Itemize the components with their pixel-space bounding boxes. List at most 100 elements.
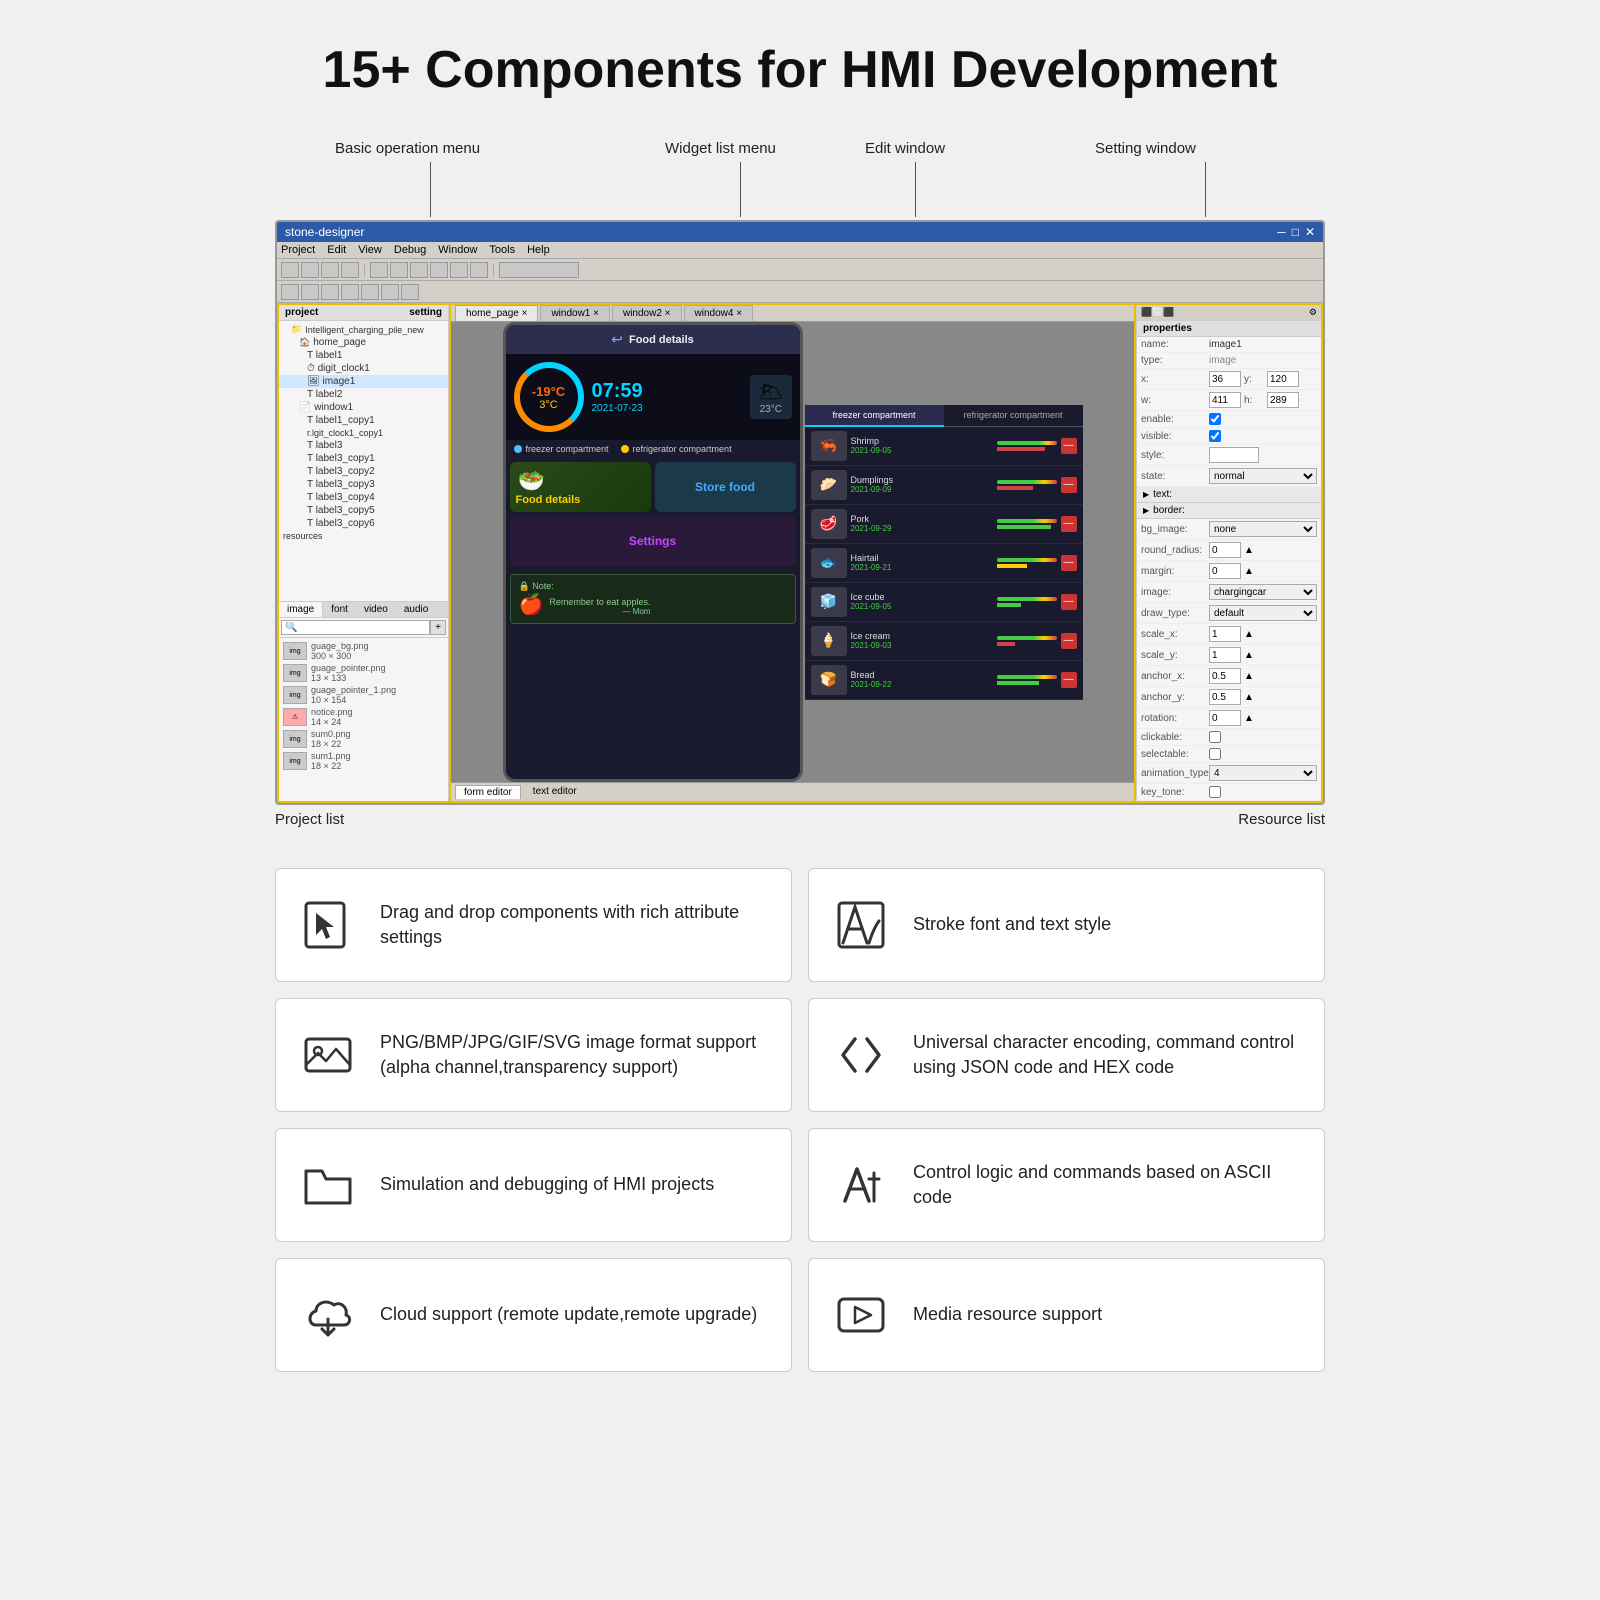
prop-checkbox-enable[interactable] — [1209, 413, 1221, 425]
food-delete-hairtail[interactable]: — — [1061, 555, 1077, 571]
food-date-icecube: 2021-09-05 — [851, 602, 993, 611]
toolbar2-btn-4[interactable] — [341, 284, 359, 300]
food-delete-icecream[interactable]: — — [1061, 633, 1077, 649]
prop-anchorx-inc[interactable]: ▲ — [1244, 671, 1254, 682]
prop-input-style[interactable] — [1209, 447, 1259, 463]
note-sig: — Mom — [549, 607, 650, 616]
prop-select-animtype[interactable]: 4 — [1209, 765, 1317, 781]
toolbar2-btn-3[interactable] — [321, 284, 339, 300]
tab-window2[interactable]: window2 × — [612, 305, 682, 321]
prop-input-h[interactable] — [1267, 392, 1299, 408]
maximize-btn[interactable]: □ — [1292, 225, 1299, 239]
resource-name: sum0.png — [311, 729, 351, 739]
prop-checkbox-clickable[interactable] — [1209, 731, 1221, 743]
menu-edit[interactable]: Edit — [327, 244, 346, 256]
food-delete-dumplings[interactable]: — — [1061, 477, 1077, 493]
menu-debug[interactable]: Debug — [394, 244, 426, 256]
toolbar-btn-2[interactable] — [301, 262, 319, 278]
prop-row-bgimage: bg_image: none — [1137, 519, 1321, 540]
resource-size: 18 × 22 — [311, 739, 351, 749]
menu-project[interactable]: Project — [281, 244, 315, 256]
prop-input-anchorx[interactable] — [1209, 668, 1241, 684]
prop-input-y[interactable] — [1267, 371, 1299, 387]
prop-input-rotation[interactable] — [1209, 710, 1241, 726]
prop-input-radius[interactable] — [1209, 542, 1241, 558]
prop-select-image[interactable]: chargingcar — [1209, 584, 1317, 600]
tree-item: T label2 — [279, 388, 448, 401]
food-tab-refrigerator[interactable]: refrigerator compartment — [944, 405, 1083, 427]
prop-input-margin[interactable] — [1209, 563, 1241, 579]
prop-radius-inc[interactable]: ▲ — [1244, 545, 1254, 556]
toolbar-btn-wide[interactable] — [499, 262, 579, 278]
prop-input-x[interactable] — [1209, 371, 1241, 387]
nav-btn-settings[interactable]: Settings — [510, 516, 796, 566]
prop-label-type: type: — [1141, 355, 1206, 366]
resource-size: 18 × 22 — [311, 761, 351, 771]
toolbar2-btn-7[interactable] — [401, 284, 419, 300]
prop-rotation-inc[interactable]: ▲ — [1244, 713, 1254, 724]
bottom-tab-form-editor[interactable]: form editor — [455, 785, 521, 799]
resource-search-input[interactable] — [281, 620, 430, 635]
prop-scaley-inc[interactable]: ▲ — [1244, 650, 1254, 661]
tree-item-selected[interactable]: 🖼 image1 — [279, 375, 448, 388]
prop-checkbox-keytone[interactable] — [1209, 786, 1221, 798]
close-btn[interactable]: ✕ — [1305, 225, 1315, 239]
food-delete-bread[interactable]: — — [1061, 672, 1077, 688]
toolbar-btn-8[interactable] — [430, 262, 448, 278]
food-delete-icecube[interactable]: — — [1061, 594, 1077, 610]
prop-checkbox-selectable[interactable] — [1209, 748, 1221, 760]
prop-margin-inc[interactable]: ▲ — [1244, 566, 1254, 577]
toolbar-btn-1[interactable] — [281, 262, 299, 278]
food-delete-shrimp[interactable]: — — [1061, 438, 1077, 454]
toolbar-btn-4[interactable] — [341, 262, 359, 278]
prop-scalex-inc[interactable]: ▲ — [1244, 629, 1254, 640]
toolbar-btn-5[interactable] — [370, 262, 388, 278]
food-thumb-bread: 🍞 — [811, 665, 847, 695]
menu-help[interactable]: Help — [527, 244, 550, 256]
tree-item: T label1 — [279, 349, 448, 362]
resource-tab-audio[interactable]: audio — [396, 602, 436, 617]
toolbar2-btn-1[interactable] — [281, 284, 299, 300]
nav-btn-store-food[interactable]: Store food — [655, 462, 796, 512]
toolbar-btn-7[interactable] — [410, 262, 428, 278]
tab-window4[interactable]: window4 × — [684, 305, 754, 321]
bottom-tab-text-editor[interactable]: text editor — [525, 785, 585, 799]
note-text-block: Remember to eat apples. — Mom — [549, 593, 650, 616]
prop-select-state[interactable]: normal — [1209, 468, 1317, 484]
prop-input-scalex[interactable] — [1209, 626, 1241, 642]
menu-window[interactable]: Window — [438, 244, 477, 256]
menu-view[interactable]: View — [358, 244, 382, 256]
minimize-btn[interactable]: ─ — [1277, 225, 1286, 239]
hmi-back-icon[interactable]: ↩ — [611, 331, 623, 348]
prop-label-bgimage: bg_image: — [1141, 524, 1206, 535]
tab-window1[interactable]: window1 × — [540, 305, 610, 321]
toolbar-btn-9[interactable] — [450, 262, 468, 278]
resource-tab-video[interactable]: video — [356, 602, 396, 617]
prop-select-bgimage[interactable]: none — [1209, 521, 1317, 537]
annotation-widget-menu: Widget list menu — [665, 140, 776, 157]
tree-item: T label3_copy3 — [279, 478, 448, 491]
toolbar2-btn-5[interactable] — [361, 284, 379, 300]
prop-input-scaley[interactable] — [1209, 647, 1241, 663]
prop-input-anchory[interactable] — [1209, 689, 1241, 705]
prop-anchory-inc[interactable]: ▲ — [1244, 692, 1254, 703]
nav-btn-food-image[interactable]: 🥗 Food details — [510, 462, 651, 512]
menu-tools[interactable]: Tools — [489, 244, 515, 256]
food-delete-pork[interactable]: — — [1061, 516, 1077, 532]
weather-widget: 🌥 23°C — [750, 375, 791, 419]
food-tab-freezer[interactable]: freezer compartment — [805, 405, 944, 427]
prop-select-drawtype[interactable]: default — [1209, 605, 1317, 621]
prop-input-w[interactable] — [1209, 392, 1241, 408]
resource-add-btn[interactable]: + — [430, 620, 446, 635]
resource-tab-font[interactable]: font — [323, 602, 356, 617]
toolbar-btn-10[interactable] — [470, 262, 488, 278]
toolbar2-btn-6[interactable] — [381, 284, 399, 300]
toolbar2-btn-2[interactable] — [301, 284, 319, 300]
toolbar-btn-3[interactable] — [321, 262, 339, 278]
tab-home-page[interactable]: home_page × — [455, 305, 538, 321]
prop-checkbox-visible[interactable] — [1209, 430, 1221, 442]
toolbar-btn-6[interactable] — [390, 262, 408, 278]
resource-tab-image[interactable]: image — [279, 602, 323, 617]
legend-dot-refrigerator — [621, 445, 629, 453]
food-date-bread: 2021-09-22 — [851, 680, 993, 689]
